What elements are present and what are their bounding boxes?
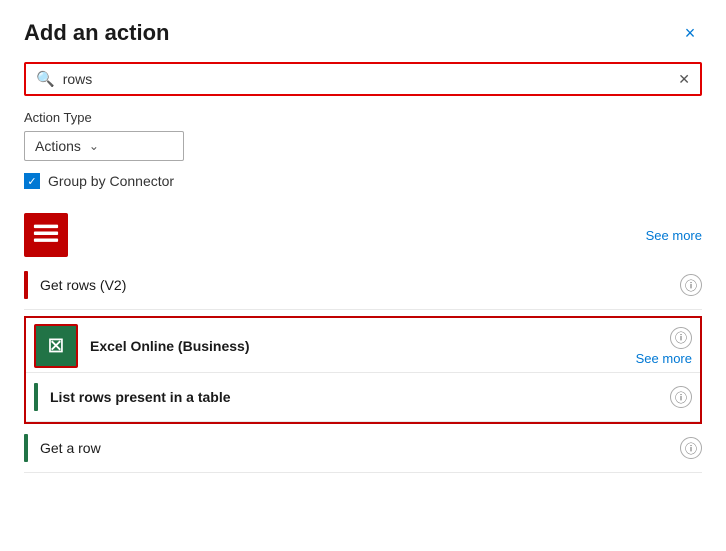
excel-connector-icon: ☒ — [34, 324, 78, 368]
tows-icon-svg — [27, 216, 65, 254]
group-by-connector-label: Group by Connector — [48, 173, 174, 189]
action-type-dropdown[interactable]: Actions ⌄ — [24, 131, 184, 161]
excel-icon-letter: ☒ — [48, 336, 64, 357]
add-action-dialog: Add an action × 🔍 ✕ Action Type Actions … — [0, 0, 726, 551]
checkmark-icon: ✓ — [27, 175, 36, 188]
tows-connector-header: See more — [24, 205, 702, 261]
excel-right-area: ⓘ See more — [636, 327, 692, 366]
red-bar-icon — [24, 271, 28, 299]
excel-connector-group: ☒ Excel Online (Business) ⓘ See more Lis… — [24, 316, 702, 424]
excel-connector-info-button[interactable]: ⓘ — [670, 327, 692, 349]
tows-see-more-link[interactable]: See more — [646, 228, 702, 243]
dialog-header: Add an action × — [24, 20, 702, 46]
search-clear-button[interactable]: ✕ — [678, 71, 690, 88]
chevron-down-icon: ⌄ — [89, 139, 99, 153]
tows-icon — [24, 213, 68, 257]
dialog-title: Add an action — [24, 20, 169, 46]
excel-connector-header: ☒ Excel Online (Business) ⓘ See more — [26, 318, 700, 372]
list-rows-table-label: List rows present in a table — [50, 389, 231, 405]
search-input[interactable] — [63, 71, 679, 87]
search-row: 🔍 ✕ — [24, 62, 702, 96]
group-by-connector-checkbox[interactable]: ✓ — [24, 173, 40, 189]
tows-connector-group: See more Get rows (V2) ⓘ — [24, 205, 702, 310]
action-type-label: Action Type — [24, 110, 702, 125]
get-a-row-label: Get a row — [40, 440, 101, 456]
green-bar-icon-2 — [24, 434, 28, 462]
list-rows-table-item[interactable]: List rows present in a table ⓘ — [26, 373, 700, 422]
group-by-connector-row: ✓ Group by Connector — [24, 173, 702, 189]
close-button[interactable]: × — [678, 21, 702, 45]
get-a-row-left: Get a row — [24, 434, 101, 462]
excel-connector-label: Excel Online (Business) — [90, 338, 250, 354]
green-bar-icon — [34, 383, 38, 411]
get-rows-v2-item[interactable]: Get rows (V2) ⓘ — [24, 261, 702, 310]
get-a-row-info-button[interactable]: ⓘ — [680, 437, 702, 459]
list-rows-table-left: List rows present in a table — [34, 383, 231, 411]
excel-row: ☒ Excel Online (Business) — [34, 324, 250, 368]
get-rows-v2-left: Get rows (V2) — [24, 271, 126, 299]
dropdown-value: Actions — [35, 138, 81, 154]
get-rows-v2-label: Get rows (V2) — [40, 277, 126, 293]
tows-connector-icon — [24, 213, 68, 257]
search-icon: 🔍 — [36, 70, 55, 88]
excel-see-more-link[interactable]: See more — [636, 351, 692, 366]
get-a-row-item[interactable]: Get a row ⓘ — [24, 424, 702, 473]
get-rows-v2-info-button[interactable]: ⓘ — [680, 274, 702, 296]
list-rows-table-info-button[interactable]: ⓘ — [670, 386, 692, 408]
